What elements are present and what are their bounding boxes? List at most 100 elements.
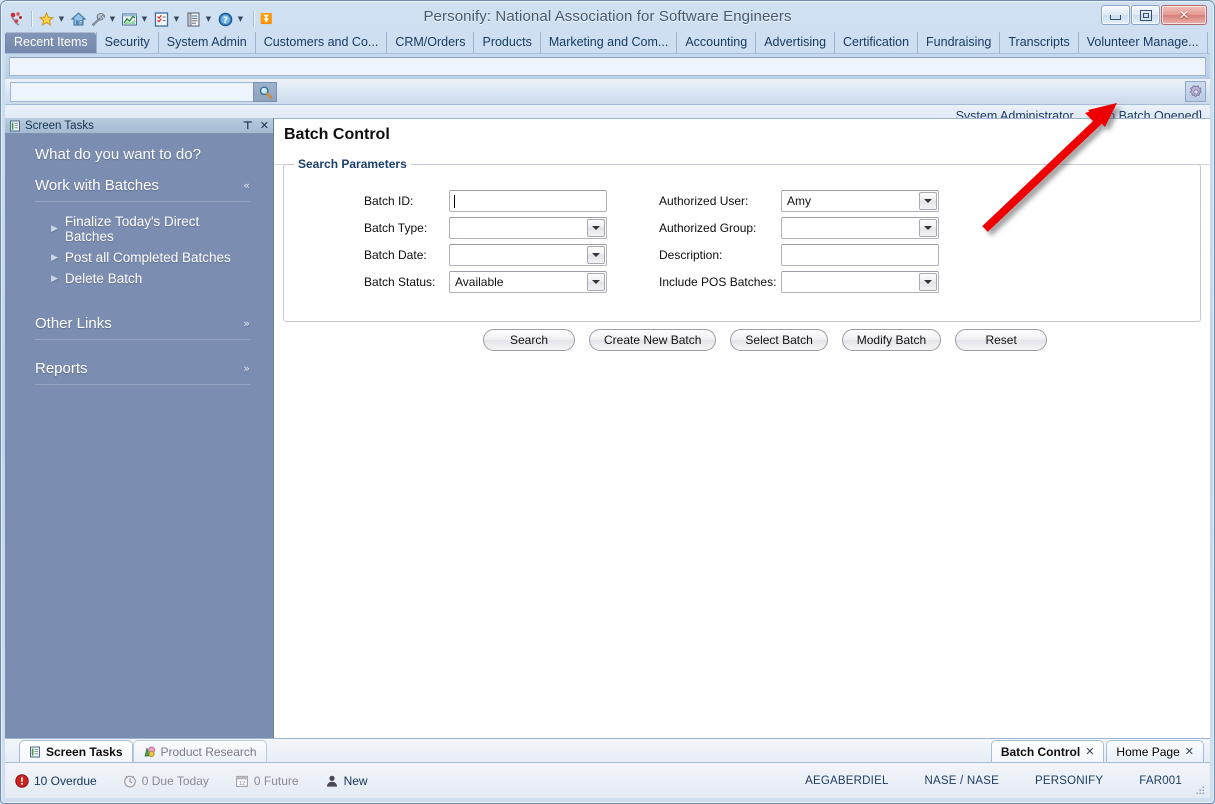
authorized-user-select[interactable]: Amy	[781, 190, 939, 212]
home-icon[interactable]	[69, 8, 88, 30]
sidebar-group-reports: Reports »	[35, 360, 250, 385]
close-icon[interactable]: ✕	[260, 119, 269, 132]
sidebar-item-delete-batch[interactable]: ▶ Delete Batch	[35, 268, 250, 289]
close-button[interactable]: ✕	[1161, 5, 1207, 25]
help-dropdown-arrow[interactable]: ▼	[236, 15, 245, 23]
product-research-icon	[143, 745, 156, 758]
close-icon[interactable]: ✕	[1085, 745, 1094, 758]
description-input[interactable]	[781, 244, 939, 266]
ribbon-tab-transcripts[interactable]: Transcripts	[999, 32, 1077, 53]
wrench-tools-icon[interactable]	[88, 8, 107, 30]
chart-report-icon[interactable]	[120, 8, 139, 30]
batch-id-input[interactable]	[449, 190, 607, 212]
address-input[interactable]	[9, 57, 1206, 76]
ribbon-tab-fundraising[interactable]: Fundraising	[917, 32, 999, 53]
sidebar-item-post-all-completed-batches[interactable]: ▶ Post all Completed Batches	[35, 247, 250, 268]
sidebar-group-header[interactable]: Work with Batches «	[35, 177, 250, 202]
modify-batch-button[interactable]: Modify Batch	[841, 329, 942, 351]
chevron-down-icon[interactable]: »	[243, 362, 250, 375]
status-new[interactable]: New	[325, 774, 368, 788]
document-dropdown-arrow[interactable]: ▼	[204, 15, 213, 23]
status-label: 10 Overdue	[34, 773, 97, 788]
authorized-group-select[interactable]	[781, 217, 939, 239]
ribbon-tab-products[interactable]: Products	[473, 32, 539, 53]
toolbar-separator-2	[253, 11, 254, 27]
screen-tasks-icon	[9, 120, 21, 132]
status-label: 0 Due Today	[141, 773, 209, 788]
help-icon[interactable]: ?	[216, 8, 235, 30]
status-overdue[interactable]: 10 Overdue	[15, 774, 97, 788]
ribbon-tab-crm-orders[interactable]: CRM/Orders	[386, 32, 473, 53]
ribbon-tab-accounting[interactable]: Accounting	[676, 32, 755, 53]
checklist-dropdown-arrow[interactable]: ▼	[172, 15, 181, 23]
chevron-down-icon[interactable]	[919, 219, 937, 237]
reset-button[interactable]: Reset	[955, 329, 1048, 351]
chevron-right-icon: ▶	[51, 252, 58, 263]
chevron-up-icon[interactable]: «	[243, 179, 250, 192]
status-bar-right: AEGABERDIEL NASE / NASE PERSONIFY FAR001	[805, 775, 1210, 787]
chevron-down-icon[interactable]: »	[243, 317, 250, 330]
document-tab-batch-control[interactable]: Batch Control ✕	[990, 740, 1105, 762]
ribbon-tab-customers[interactable]: Customers and Co...	[254, 32, 387, 53]
ribbon-tab-marketing[interactable]: Marketing and Com...	[539, 32, 677, 53]
chevron-down-icon[interactable]	[919, 273, 937, 291]
chevron-down-icon[interactable]	[919, 192, 937, 210]
maximize-button[interactable]	[1131, 5, 1160, 25]
minimize-button[interactable]	[1101, 5, 1130, 25]
batch-date-select[interactable]	[449, 244, 607, 266]
search-input[interactable]	[10, 82, 260, 102]
ribbon-tab-advertising[interactable]: Advertising	[755, 32, 834, 53]
status-future[interactable]: 12 0 Future	[235, 774, 299, 788]
document-tab-label: Batch Control	[1000, 744, 1081, 759]
search-button[interactable]: Search	[483, 329, 575, 351]
chevron-down-icon[interactable]	[587, 246, 605, 264]
create-new-batch-button[interactable]: Create New Batch	[589, 329, 717, 351]
bottom-tab-screen-tasks[interactable]: Screen Tasks	[19, 740, 133, 762]
tab-label: System Admin	[166, 35, 247, 49]
chevron-down-icon[interactable]	[587, 219, 605, 237]
pin-icon[interactable]: ⊤	[243, 119, 253, 132]
chart-dropdown-arrow[interactable]: ▼	[140, 15, 149, 23]
tools-dropdown-arrow[interactable]: ▼	[108, 15, 117, 23]
batch-date-label: Batch Date:	[364, 248, 427, 262]
gear-icon[interactable]	[1185, 81, 1206, 102]
ribbon-tab-certification[interactable]: Certification	[834, 32, 917, 53]
document-tab-home-page[interactable]: Home Page ✕	[1106, 740, 1204, 762]
favorites-star-icon[interactable]	[37, 8, 56, 30]
checklist-icon[interactable]	[152, 8, 171, 30]
field-row-batch-status: Batch Status: Available	[364, 271, 607, 293]
batch-type-select[interactable]	[449, 217, 607, 239]
close-icon[interactable]: ✕	[1185, 745, 1194, 758]
button-label: Reset	[985, 333, 1017, 347]
favorites-dropdown-arrow[interactable]: ▼	[57, 15, 66, 23]
resize-grip-icon[interactable]	[1194, 783, 1206, 795]
sidebar-group-header[interactable]: Other Links »	[35, 315, 250, 340]
ribbon-tab-security[interactable]: Security	[95, 32, 158, 53]
document-tab-label: Home Page	[1116, 744, 1180, 759]
status-due-today[interactable]: 0 Due Today	[123, 774, 209, 788]
bottom-tab-product-research[interactable]: Product Research	[132, 740, 267, 762]
customize-toolbar-icon[interactable]: ⏬	[260, 14, 272, 25]
sidebar-group-header[interactable]: Reports »	[35, 360, 250, 385]
batch-status-value: Available	[455, 275, 504, 289]
select-batch-button[interactable]: Select Batch	[730, 329, 828, 351]
ribbon-tab-system-admin[interactable]: System Admin	[157, 32, 255, 53]
chevron-down-icon[interactable]	[587, 273, 605, 291]
quick-access-toolbar: ▼ ▼ ▼ ▼ ▼ ? ▼ ⏬	[7, 7, 272, 31]
document-list-icon[interactable]	[184, 8, 203, 30]
ribbon-tab-reporting[interactable]: Reporting	[1206, 32, 1215, 53]
svg-text:12: 12	[239, 781, 245, 787]
sidebar-item-finalize-todays-direct-batches[interactable]: ▶ Finalize Today's Direct Batches	[35, 211, 250, 247]
personify-logo-icon[interactable]	[7, 8, 26, 30]
address-bar-container	[5, 53, 1210, 78]
chevron-right-icon: ▶	[51, 224, 58, 234]
ribbon-tab-recent-items[interactable]: Recent Items	[5, 32, 96, 53]
batch-status-select[interactable]: Available	[449, 271, 607, 293]
toolbar-separator	[31, 11, 32, 27]
alert-overdue-icon	[15, 773, 29, 788]
tab-label: Marketing and Com...	[548, 35, 669, 49]
search-magnifier-icon[interactable]	[253, 82, 277, 102]
include-pos-batches-select[interactable]	[781, 271, 939, 293]
ribbon-tab-volunteer-management[interactable]: Volunteer Manage...	[1077, 32, 1207, 53]
field-row-include-pos-batches: Include POS Batches:	[659, 271, 939, 293]
